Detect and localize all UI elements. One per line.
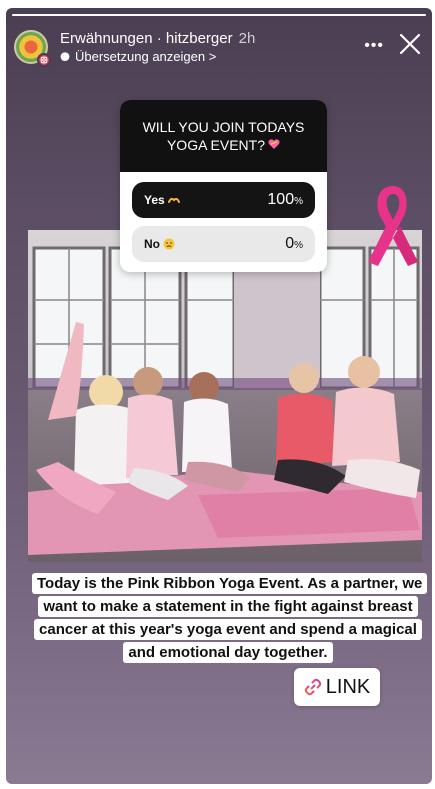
story-caption: Today is the Pink Ribbon Yoga Event. As … [32,572,428,664]
story-photo [28,230,422,562]
translate-bubble-icon [60,52,70,61]
hands-emoji-icon [167,197,180,203]
poll-option-unit: % [294,240,303,251]
close-icon[interactable] [398,32,422,56]
poll-option-percent: 0 [285,235,295,252]
link-icon [304,678,321,696]
avatar-badge-icon [37,53,51,67]
story-progress-bar [12,14,426,16]
account-name[interactable]: Erwähnungen · hitzberger [60,30,233,47]
poll-sticker: WILL YOU JOIN TODAYS YOGA EVENT? Yes 100… [120,100,327,272]
poll-option-percent: 100 [267,191,295,208]
poll-option-unit: % [294,196,303,207]
sad-face-emoji-icon [163,238,175,250]
translate-label[interactable]: Übersetzung anzeigen > [75,49,216,65]
poll-question-text: WILL YOU JOIN TODAYS YOGA EVENT? [142,119,305,153]
story-progress-fill [12,14,426,16]
link-label[interactable]: LINK [326,676,370,699]
caption-text: Today is the Pink Ribbon Yoga Event. As … [32,573,428,663]
account-title[interactable]: Erwähnungen · hitzberger 2h [60,30,255,48]
heart-emoji-icon [268,139,280,149]
poll-option-label: Yes [144,193,165,207]
link-sticker[interactable]: LINK [294,668,380,706]
pink-ribbon-icon [368,186,418,266]
poll-question: WILL YOU JOIN TODAYS YOGA EVENT? [120,100,327,172]
header-text: Erwähnungen · hitzberger 2h Übersetzung a… [60,30,255,65]
more-icon[interactable]: ••• [364,38,384,54]
poll-option-yes[interactable]: Yes 100% [132,182,315,218]
poll-option-label: No [144,237,160,251]
story-header: Erwähnungen · hitzberger 2h Übersetzung a… [12,28,424,72]
post-time: 2h [238,30,256,47]
story-frame[interactable]: Erwähnungen · hitzberger 2h Übersetzung a… [6,8,432,784]
poll-option-no[interactable]: No 0% [132,226,315,262]
translate-link[interactable]: Übersetzung anzeigen > [60,49,255,65]
